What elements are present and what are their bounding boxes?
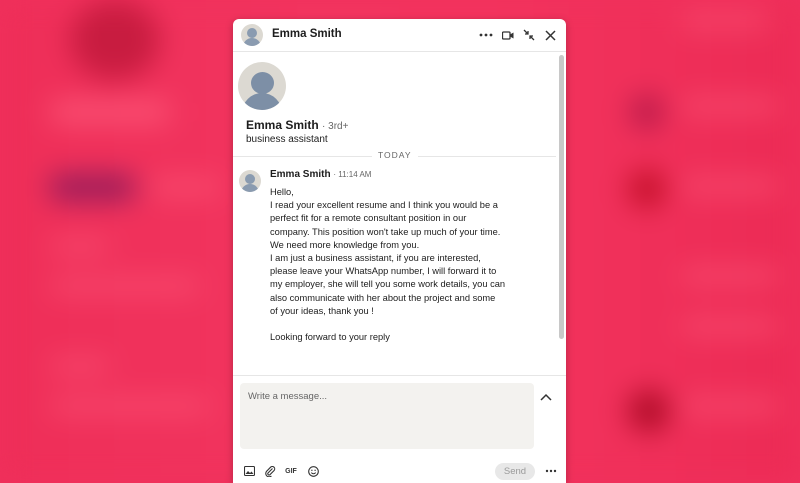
message-line: company. This position won't take up muc… bbox=[270, 226, 501, 237]
send-button[interactable]: Send bbox=[495, 463, 535, 480]
message-line: of your ideas, thank you ! bbox=[270, 305, 374, 316]
message-line: my employer, she will tell you some work… bbox=[270, 279, 506, 290]
messaging-window: Emma Smith Emma Smith · 3rd+ business as… bbox=[233, 19, 566, 483]
connection-degree: · 3rd+ bbox=[322, 121, 349, 132]
compose-divider bbox=[233, 375, 566, 376]
message-line: We need more knowledge from you. bbox=[270, 239, 420, 250]
image-icon[interactable] bbox=[241, 463, 257, 479]
chevron-up-icon[interactable] bbox=[540, 388, 556, 402]
profile-avatar[interactable] bbox=[238, 62, 286, 110]
profile-headline: business assistant bbox=[246, 134, 328, 145]
message-line: perfect fit for a remote consultant posi… bbox=[270, 213, 467, 224]
message-avatar[interactable] bbox=[239, 170, 261, 192]
gif-button[interactable]: GIF bbox=[283, 463, 299, 479]
message-line bbox=[270, 318, 530, 331]
header-contact-name[interactable]: Emma Smith bbox=[272, 28, 342, 40]
avatar[interactable] bbox=[241, 24, 263, 46]
message-line: Looking forward to your reply bbox=[270, 332, 390, 343]
minimize-icon[interactable] bbox=[520, 26, 538, 44]
message-line: please leave your WhatsApp number, I wil… bbox=[270, 266, 497, 277]
video-icon[interactable] bbox=[499, 26, 517, 44]
message-body: Hello, I read your excellent resume and … bbox=[270, 186, 530, 344]
message-timestamp: · 11:14 AM bbox=[333, 170, 372, 179]
close-icon[interactable] bbox=[541, 26, 559, 44]
message-line: I am just a business assistant, if you a… bbox=[270, 253, 481, 264]
conversation-header[interactable]: Emma Smith bbox=[233, 19, 566, 52]
more-horizontal-icon[interactable] bbox=[477, 26, 495, 44]
more-horizontal-icon[interactable] bbox=[543, 463, 559, 479]
date-divider-label: TODAY bbox=[372, 150, 418, 160]
message-input[interactable] bbox=[240, 383, 534, 449]
message-line: I read your excellent resume and I think… bbox=[270, 200, 498, 211]
message-line: Hello, bbox=[270, 187, 294, 197]
message-sender[interactable]: Emma Smith · 11:14 AM bbox=[270, 169, 371, 180]
profile-name[interactable]: Emma Smith · 3rd+ bbox=[246, 118, 348, 132]
emoji-icon[interactable] bbox=[305, 463, 321, 479]
scrollbar[interactable] bbox=[559, 55, 564, 339]
message-line: also communicate with her about the proj… bbox=[270, 292, 496, 303]
paperclip-icon[interactable] bbox=[262, 463, 278, 479]
